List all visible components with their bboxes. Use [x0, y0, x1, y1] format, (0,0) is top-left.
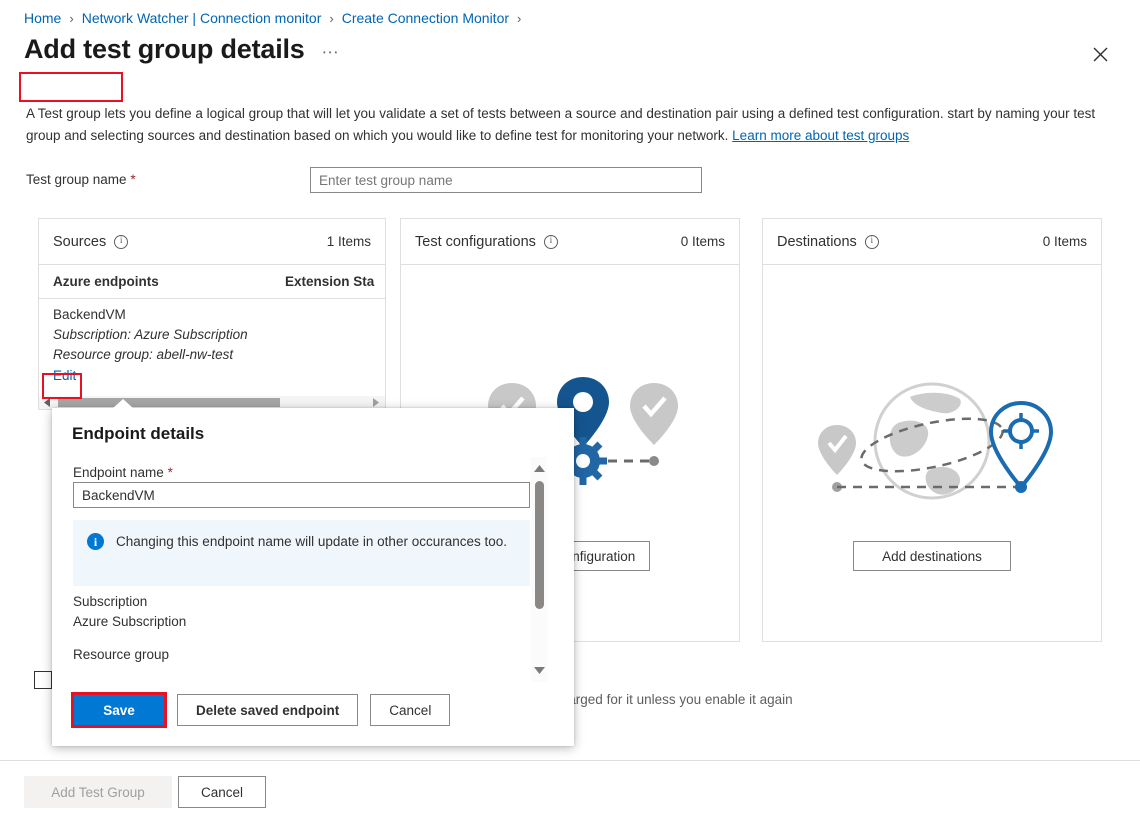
endpoint-name-highlight [19, 72, 123, 102]
test-group-name-label-text: Test group name [26, 172, 127, 187]
more-options-icon[interactable]: ∙∙∙ [322, 42, 339, 62]
breadcrumb-separator-icon: › [69, 11, 73, 26]
test-configurations-item-count: 0 Items [681, 234, 725, 249]
sources-table-header: Azure endpoints Extension Sta [39, 265, 385, 299]
test-group-name-label: Test group name * [26, 172, 136, 187]
footer-bar: Add Test Group Cancel [0, 760, 1140, 824]
close-icon [1093, 47, 1108, 62]
sources-item-count: 1 Items [327, 234, 371, 249]
info-icon: i [87, 533, 104, 550]
callout-beak-icon [112, 399, 134, 409]
bottom-checkbox[interactable] [34, 671, 52, 689]
source-endpoint-name: BackendVM [53, 305, 371, 325]
destinations-card-header: Destinations i 0 Items [763, 219, 1101, 265]
destinations-item-count: 0 Items [1043, 234, 1087, 249]
dialog-title: Endpoint details [72, 424, 204, 444]
scroll-down-arrow-icon[interactable] [531, 662, 547, 678]
add-destinations-wrap: Add destinations [763, 541, 1101, 571]
dialog-button-row: Save Delete saved endpoint Cancel [73, 694, 450, 726]
save-button[interactable]: Save [73, 694, 165, 726]
endpoint-details-dialog: Endpoint details Endpoint name * i Chang… [52, 408, 574, 746]
dialog-vertical-scrollbar[interactable] [531, 457, 547, 682]
source-resource-group: Resource group: abell-nw-test [53, 345, 371, 365]
globe-destination-illustration-icon [802, 375, 1062, 505]
dialog-scroll-thumb[interactable] [535, 481, 544, 609]
subscription-label: Subscription [73, 594, 147, 609]
breadcrumb-separator-icon: › [329, 11, 333, 26]
breadcrumb-item-create-connection-monitor[interactable]: Create Connection Monitor [342, 10, 509, 26]
page-title: Add test group details [24, 34, 305, 65]
required-marker: * [130, 172, 135, 187]
destinations-card: Destinations i 0 Items [762, 218, 1102, 642]
breadcrumb-separator-icon: › [517, 11, 521, 26]
scroll-up-arrow-icon[interactable] [531, 461, 547, 477]
sources-card-header: Sources i 1 Items [39, 219, 385, 265]
dialog-cancel-button[interactable]: Cancel [370, 694, 450, 726]
info-icon[interactable]: i [544, 235, 558, 249]
endpoint-name-label-text: Endpoint name [73, 465, 164, 480]
sources-card-title: Sources [53, 234, 106, 250]
subscription-value: Azure Subscription [73, 614, 186, 629]
breadcrumb-item-network-watcher[interactable]: Network Watcher | Connection monitor [82, 10, 322, 26]
info-icon[interactable]: i [865, 235, 879, 249]
delete-saved-endpoint-button[interactable]: Delete saved endpoint [177, 694, 358, 726]
source-subscription: Subscription: Azure Subscription [53, 325, 371, 345]
add-destinations-button[interactable]: Add destinations [853, 541, 1011, 571]
column-header-extension-status: Extension Sta [285, 274, 374, 289]
endpoint-info-text: Changing this endpoint name will update … [116, 532, 507, 586]
column-header-azure-endpoints: Azure endpoints [53, 274, 285, 289]
close-button[interactable] [1084, 38, 1116, 70]
destinations-card-title: Destinations [777, 234, 857, 250]
endpoint-name-input[interactable] [73, 482, 530, 508]
sources-scroll-thumb[interactable] [58, 398, 280, 407]
learn-more-link[interactable]: Learn more about test groups [732, 128, 909, 143]
table-row: BackendVM Subscription: Azure Subscripti… [39, 299, 385, 386]
test-configurations-card-title: Test configurations [415, 234, 536, 250]
resource-group-label: Resource group [73, 647, 169, 662]
destinations-card-body: Add destinations [763, 265, 1101, 642]
destinations-illustration [763, 375, 1101, 505]
add-test-group-button[interactable]: Add Test Group [24, 776, 172, 808]
cancel-button[interactable]: Cancel [178, 776, 266, 808]
description-text: A Test group lets you define a logical g… [26, 106, 1095, 143]
endpoint-info-banner: i Changing this endpoint name will updat… [73, 520, 530, 586]
breadcrumb-item-home[interactable]: Home [24, 10, 61, 26]
edit-source-link[interactable]: Edit [53, 366, 76, 386]
test-configurations-card-header: Test configurations i 0 Items [401, 219, 739, 265]
required-marker: * [168, 465, 173, 480]
test-group-name-input[interactable] [310, 167, 702, 193]
info-icon[interactable]: i [114, 235, 128, 249]
endpoint-name-label: Endpoint name * [73, 465, 173, 480]
sources-card: Sources i 1 Items Azure endpoints Extens… [38, 218, 386, 410]
page-description: A Test group lets you define a logical g… [26, 103, 1112, 147]
breadcrumb: Home › Network Watcher | Connection moni… [24, 6, 529, 30]
